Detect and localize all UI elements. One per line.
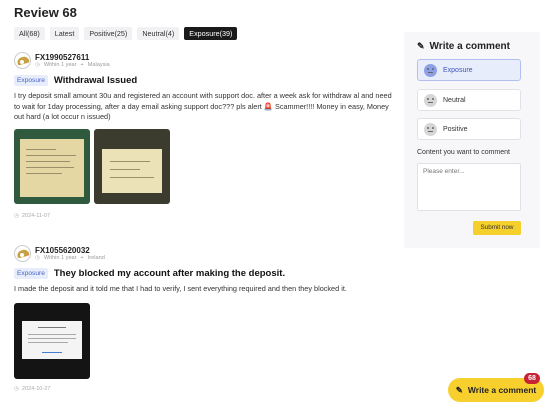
review-date: ◷ 2024-11-07 bbox=[14, 213, 50, 219]
review-image[interactable] bbox=[14, 129, 90, 204]
review-title[interactable]: They blocked my account after making the… bbox=[54, 268, 285, 279]
review-body: I try deposit small amount 30u and regis… bbox=[14, 91, 392, 121]
filter-tabs: All(68) Latest Positive(25) Neutral(4) E… bbox=[14, 27, 238, 40]
avatar[interactable] bbox=[14, 245, 31, 262]
exposure-tag: Exposure bbox=[14, 75, 48, 86]
tab-latest[interactable]: Latest bbox=[49, 27, 80, 40]
user-id[interactable]: FX1055620032 bbox=[35, 246, 105, 255]
user-info: FX1990527611 ◷ Within 1 year ⌖ Malaysia bbox=[35, 53, 110, 69]
option-label: Exposure bbox=[443, 66, 473, 74]
pen-icon: ✎ bbox=[417, 41, 425, 51]
location-pin-icon: ⌖ bbox=[80, 254, 84, 261]
tab-positive[interactable]: Positive(25) bbox=[84, 27, 133, 40]
content-label: Content you want to comment bbox=[417, 149, 510, 156]
clock-icon: ◷ bbox=[14, 386, 19, 392]
review-period: Within 1 year bbox=[43, 61, 77, 68]
review-card: FX1055620032 ◷ Within 1 year ⌖ Ireland E… bbox=[14, 245, 394, 295]
review-image[interactable] bbox=[94, 129, 170, 204]
tab-neutral[interactable]: Neutral(4) bbox=[137, 27, 180, 40]
review-date: ◷ 2024-10-27 bbox=[14, 386, 51, 392]
option-label: Positive bbox=[443, 125, 468, 133]
write-comment-panel: ✎ Write a comment Exposure Neutral Posit… bbox=[404, 32, 540, 248]
location-pin-icon: ⌖ bbox=[80, 61, 84, 68]
positive-face-icon bbox=[424, 122, 437, 136]
pen-icon: ✎ bbox=[455, 384, 463, 395]
user-info: FX1055620032 ◷ Within 1 year ⌖ Ireland bbox=[35, 246, 105, 262]
fab-label: Write a comment bbox=[467, 385, 537, 395]
review-heading: Exposure They blocked my account after m… bbox=[14, 268, 394, 279]
option-label: Neutral bbox=[443, 96, 466, 104]
submit-button[interactable]: Submit now bbox=[473, 221, 521, 235]
clock-icon: ◷ bbox=[14, 213, 19, 219]
tab-all[interactable]: All(68) bbox=[14, 27, 45, 40]
review-image[interactable] bbox=[14, 303, 90, 379]
panel-title-text: Write a comment bbox=[429, 41, 510, 52]
page-title: Review 68 bbox=[14, 5, 77, 20]
review-title[interactable]: Withdrawal Issued bbox=[54, 75, 137, 86]
comment-textarea[interactable] bbox=[417, 163, 521, 211]
review-meta: ◷ Within 1 year ⌖ Ireland bbox=[35, 255, 105, 262]
review-user-row: FX1055620032 ◷ Within 1 year ⌖ Ireland bbox=[14, 245, 394, 262]
avatar[interactable] bbox=[14, 52, 31, 69]
exposure-tag: Exposure bbox=[14, 268, 48, 279]
document-photo bbox=[20, 139, 84, 197]
review-location: Ireland bbox=[87, 254, 105, 261]
option-positive[interactable]: Positive bbox=[417, 118, 521, 140]
user-id[interactable]: FX1990527611 bbox=[35, 53, 110, 62]
document-photo bbox=[102, 149, 162, 193]
review-date-text: 2024-11-07 bbox=[21, 213, 51, 219]
neutral-face-icon bbox=[424, 93, 437, 107]
clock-icon: ◷ bbox=[35, 61, 40, 68]
option-exposure[interactable]: Exposure bbox=[417, 59, 521, 81]
review-card: FX1990527611 ◷ Within 1 year ⌖ Malaysia … bbox=[14, 52, 394, 123]
panel-title: ✎ Write a comment bbox=[417, 41, 510, 52]
exposure-face-icon bbox=[424, 63, 437, 77]
review-location: Malaysia bbox=[87, 61, 110, 68]
review-count-badge: 68 bbox=[524, 373, 540, 384]
clock-icon: ◷ bbox=[35, 254, 40, 261]
review-date-text: 2024-10-27 bbox=[21, 386, 51, 392]
option-neutral[interactable]: Neutral bbox=[417, 89, 521, 111]
review-body: I made the deposit and it told me that I… bbox=[14, 284, 347, 293]
tab-exposure[interactable]: Exposure(39) bbox=[184, 27, 238, 40]
review-user-row: FX1990527611 ◷ Within 1 year ⌖ Malaysia bbox=[14, 52, 394, 69]
review-heading: Exposure Withdrawal Issued bbox=[14, 75, 394, 86]
review-meta: ◷ Within 1 year ⌖ Malaysia bbox=[35, 62, 110, 69]
review-period: Within 1 year bbox=[43, 254, 77, 261]
